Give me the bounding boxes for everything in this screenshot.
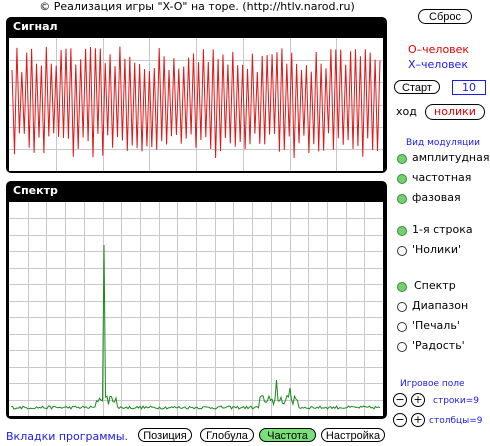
modulation-phase-label: фазовая bbox=[412, 191, 461, 204]
spectrum-panel-label: Спектр bbox=[13, 184, 58, 197]
view-joy-label: 'Радость' bbox=[412, 339, 465, 352]
view-range-label: Диапазон bbox=[412, 299, 469, 312]
source-noughts-label: 'Нолики' bbox=[412, 243, 462, 256]
modulation-phase-radio[interactable] bbox=[397, 194, 407, 204]
start-button[interactable]: Старт bbox=[394, 80, 440, 94]
view-sadness-label: 'Печаль' bbox=[412, 319, 460, 332]
tab-globule[interactable]: Глобула bbox=[200, 428, 254, 442]
spectrum-grid bbox=[9, 202, 383, 416]
signal-chart bbox=[9, 38, 383, 171]
turn-value-badge: нолики bbox=[425, 104, 485, 120]
rows-decrement-button[interactable]: − bbox=[393, 393, 407, 407]
view-joy-radio[interactable] bbox=[397, 342, 407, 352]
cols-label: столбцы=9 bbox=[429, 416, 483, 426]
spectrum-line bbox=[10, 244, 381, 410]
signal-panel: Сигнал bbox=[6, 17, 387, 173]
spectrum-chart bbox=[9, 202, 383, 416]
view-spectrum-label: Спектр bbox=[414, 279, 456, 292]
turn-label: ход bbox=[396, 105, 417, 118]
field-title: Игровое поле bbox=[400, 379, 465, 389]
window-title: © Реализация игры "X-O" на торе. (http:/… bbox=[39, 0, 355, 13]
signal-panel-label: Сигнал bbox=[13, 20, 58, 33]
cols-increment-button[interactable]: + bbox=[411, 413, 425, 427]
spectrum-panel: Спектр bbox=[6, 181, 387, 419]
cols-decrement-button[interactable]: − bbox=[393, 413, 407, 427]
tab-position[interactable]: Позиция bbox=[138, 428, 192, 442]
modulation-frequency-radio[interactable] bbox=[397, 174, 407, 184]
view-spectrum-radio[interactable] bbox=[397, 282, 407, 292]
signal-plot bbox=[9, 38, 383, 171]
source-noughts-radio[interactable] bbox=[397, 246, 407, 256]
modulation-frequency-label: частотная bbox=[412, 171, 472, 184]
rows-label: строки=9 bbox=[433, 396, 479, 406]
player-x-label: Х–человек bbox=[408, 58, 468, 71]
source-row1-label: 1-я строка bbox=[412, 223, 473, 236]
tab-settings[interactable]: Настройка bbox=[321, 428, 385, 442]
spectrum-plot bbox=[9, 202, 383, 416]
reset-button[interactable]: Сброс bbox=[418, 9, 472, 24]
modulation-title: Вид модуляции bbox=[406, 138, 480, 148]
view-sadness-radio[interactable] bbox=[397, 322, 407, 332]
tabs-label: Вкладки программы. bbox=[6, 430, 129, 443]
source-row1-radio[interactable] bbox=[397, 226, 407, 236]
counter-field[interactable]: 10 bbox=[452, 80, 486, 95]
modulation-amplitude-label: амплитудная bbox=[412, 151, 490, 164]
view-range-radio[interactable] bbox=[397, 302, 407, 312]
tab-frequency[interactable]: Частота bbox=[259, 428, 316, 442]
modulation-amplitude-radio[interactable] bbox=[397, 154, 407, 164]
rows-increment-button[interactable]: + bbox=[411, 393, 425, 407]
player-o-label: О–человек bbox=[408, 43, 470, 56]
